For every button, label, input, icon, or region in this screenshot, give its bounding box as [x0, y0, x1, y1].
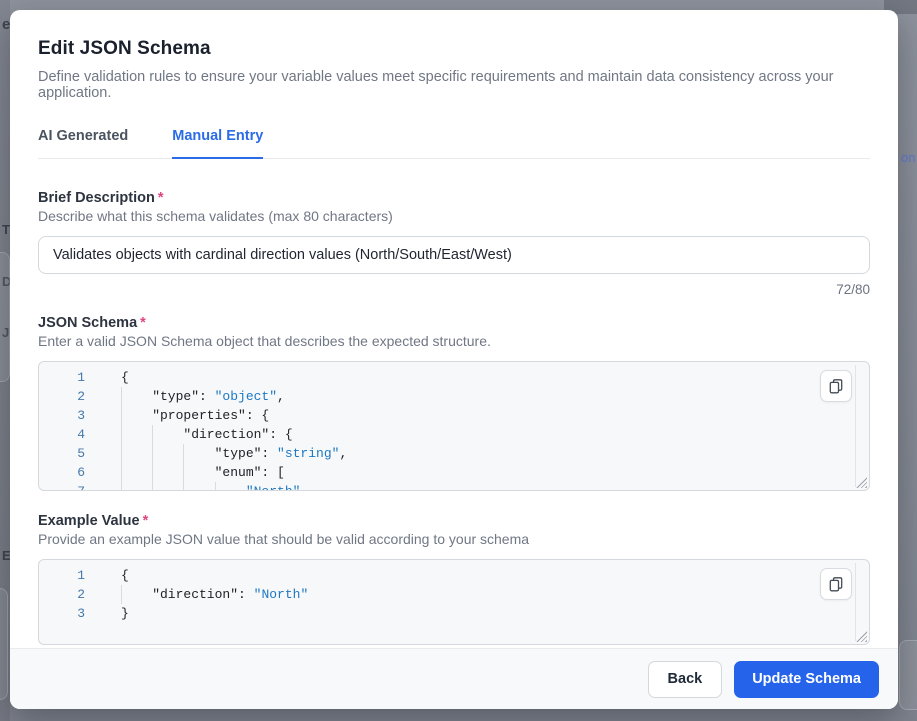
required-asterisk: * [158, 190, 164, 206]
indent-guide [121, 463, 152, 482]
indent-guide [215, 482, 246, 491]
json-schema-editor[interactable]: 1{2"type": "object",3"properties": {4"di… [38, 361, 870, 491]
background-link-fragment: on [901, 150, 915, 165]
code-line: 5"type": "string", [39, 444, 869, 463]
background-card [0, 588, 8, 700]
editor-scroll-divider [855, 365, 856, 487]
code-line: 2"type": "object", [39, 387, 869, 406]
back-button[interactable]: Back [648, 661, 723, 698]
example-value-label: Example Value* [38, 513, 870, 529]
description-label-text: Brief Description [38, 190, 155, 206]
edit-json-schema-dialog: Edit JSON Schema Define validation rules… [10, 10, 898, 709]
code-line: 2"direction": "North" [39, 585, 869, 604]
line-number: 3 [39, 406, 85, 425]
code-line: 1{ [39, 566, 869, 585]
line-number: 2 [39, 387, 85, 406]
indent-guide [121, 482, 152, 491]
code-line: 7"North", [39, 482, 869, 491]
resize-handle[interactable] [856, 631, 867, 642]
tab-ai-generated[interactable]: AI Generated [38, 128, 128, 158]
example-value-label-text: Example Value [38, 513, 140, 529]
indent-guide [152, 444, 183, 463]
line-number: 7 [39, 482, 85, 491]
background-text-fragment: T [2, 222, 10, 237]
code-line: 4"direction": { [39, 425, 869, 444]
tab-manual-entry[interactable]: Manual Entry [172, 128, 263, 159]
indent-guide [121, 406, 152, 425]
tab-bar: AI Generated Manual Entry [38, 128, 870, 159]
editor-scroll-divider [855, 563, 856, 641]
code-line: 3} [39, 604, 869, 623]
line-number: 6 [39, 463, 85, 482]
line-number: 1 [39, 368, 85, 387]
indent-guide [121, 387, 152, 406]
json-schema-field: JSON Schema* Enter a valid JSON Schema o… [38, 315, 870, 491]
example-value-field: Example Value* Provide an example JSON v… [38, 513, 870, 645]
dialog-subtitle: Define validation rules to ensure your v… [38, 69, 870, 101]
indent-guide [152, 482, 183, 491]
code-content: 1{2"direction": "North"3} [39, 566, 869, 623]
copy-button[interactable] [820, 568, 852, 600]
required-asterisk: * [143, 513, 149, 529]
line-number: 4 [39, 425, 85, 444]
json-schema-label-text: JSON Schema [38, 315, 137, 331]
background-card [0, 252, 10, 382]
code-line: 1{ [39, 368, 869, 387]
line-number: 5 [39, 444, 85, 463]
indent-guide [183, 482, 214, 491]
line-number: 3 [39, 604, 85, 623]
dialog-footer: Back Update Schema [10, 648, 898, 709]
json-schema-helper: Enter a valid JSON Schema object that de… [38, 333, 870, 349]
description-field: Brief Description* Describe what this sc… [38, 190, 870, 300]
copy-icon [828, 576, 844, 592]
indent-guide [152, 425, 183, 444]
character-counter: 72/80 [38, 282, 870, 300]
json-schema-label: JSON Schema* [38, 315, 870, 331]
code-line: 6"enum": [ [39, 463, 869, 482]
indent-guide [121, 425, 152, 444]
update-schema-button[interactable]: Update Schema [734, 661, 879, 698]
indent-guide [121, 585, 152, 604]
indent-guide [152, 463, 183, 482]
code-line: 3"properties": { [39, 406, 869, 425]
example-value-editor[interactable]: 1{2"direction": "North"3} [38, 559, 870, 645]
required-asterisk: * [140, 315, 146, 331]
copy-icon [828, 378, 844, 394]
line-number: 1 [39, 566, 85, 585]
example-value-helper: Provide an example JSON value that shoul… [38, 531, 870, 547]
indent-guide [183, 463, 214, 482]
code-content: 1{2"type": "object",3"properties": {4"di… [39, 368, 869, 491]
background-card [899, 640, 917, 710]
description-label: Brief Description* [38, 190, 870, 206]
description-helper: Describe what this schema validates (max… [38, 208, 870, 224]
indent-guide [121, 444, 152, 463]
indent-guide [183, 444, 214, 463]
line-number: 2 [39, 585, 85, 604]
dialog-body: Edit JSON Schema Define validation rules… [10, 10, 898, 648]
description-input[interactable] [38, 236, 870, 274]
copy-button[interactable] [820, 370, 852, 402]
dialog-title: Edit JSON Schema [38, 38, 870, 60]
